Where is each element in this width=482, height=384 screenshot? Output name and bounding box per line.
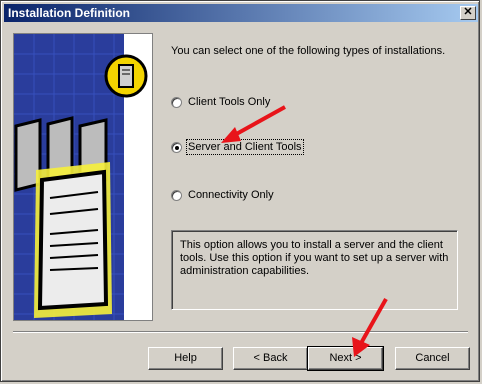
option-label: Connectivity Only [188, 189, 274, 201]
cancel-button[interactable]: Cancel [395, 347, 470, 370]
installation-definition-dialog: Installation Definition ✕ You can select… [0, 0, 480, 382]
option-client-tools-only[interactable]: Client Tools Only [171, 96, 270, 108]
next-button[interactable]: Next > [307, 346, 384, 371]
title-bar[interactable]: Installation Definition ✕ [4, 4, 478, 22]
radio-server-and-client-tools[interactable] [171, 141, 182, 153]
server-illustration [13, 33, 153, 321]
option-description-box: This option allows you to install a serv… [171, 230, 458, 310]
option-label: Client Tools Only [188, 96, 271, 108]
option-server-and-client-tools[interactable]: Server and Client Tools [171, 139, 304, 155]
help-button[interactable]: Help [148, 347, 223, 370]
back-button[interactable]: < Back [233, 347, 308, 370]
button-divider [13, 331, 468, 333]
radio-connectivity-only[interactable] [171, 189, 182, 201]
option-connectivity-only[interactable]: Connectivity Only [171, 189, 274, 201]
option-description: This option allows you to install a serv… [180, 239, 449, 277]
server-badge-icon [104, 54, 148, 98]
close-icon: ✕ [463, 6, 473, 18]
radio-client-tools-only[interactable] [171, 96, 182, 108]
close-button[interactable]: ✕ [460, 6, 476, 20]
option-label: Server and Client Tools [186, 139, 304, 155]
install-type-prompt: You can select one of the following type… [171, 45, 446, 57]
server-illustration-graphic [14, 34, 148, 320]
window-title: Installation Definition [8, 6, 130, 20]
